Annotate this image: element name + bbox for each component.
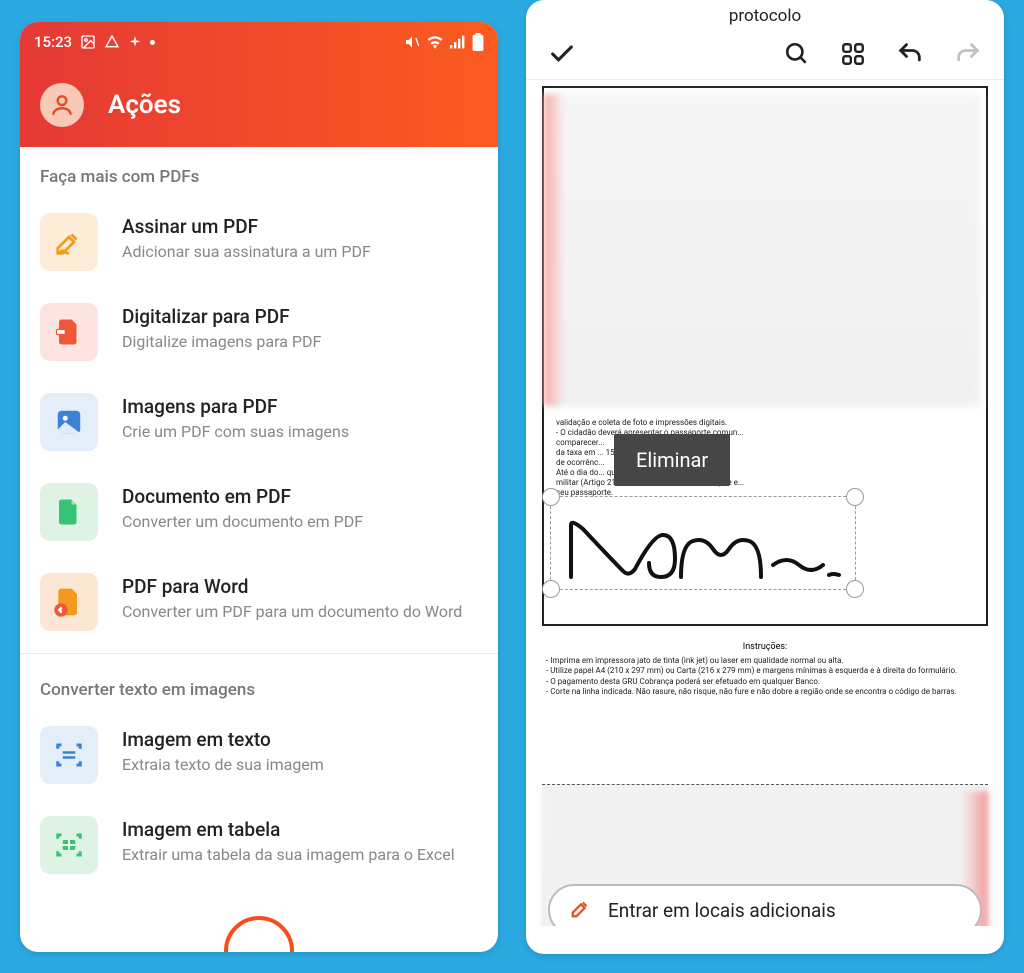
action-title: Imagem em texto (122, 728, 478, 751)
phone-right: protocolo validação e coleta de foto e i… (526, 0, 1004, 954)
confirm-icon[interactable] (548, 40, 576, 68)
page-title: Ações (108, 90, 181, 120)
signal-icon (450, 35, 466, 49)
document-canvas[interactable]: validação e coleta de foto e impressões … (526, 80, 1004, 926)
editor-toolbar (526, 28, 1004, 80)
action-sub: Extraia texto de sua imagem (122, 755, 478, 776)
resize-handle[interactable] (846, 488, 864, 506)
search-icon[interactable] (784, 41, 810, 67)
action-sub: Adicionar sua assinatura a um PDF (122, 242, 478, 263)
instructions-title: Instruções: (542, 642, 988, 652)
undo-icon[interactable] (896, 40, 924, 68)
action-sub: Converter um PDF para um documento do Wo… (122, 602, 478, 623)
resize-handle[interactable] (542, 488, 560, 506)
fab-button[interactable] (224, 916, 294, 952)
action-image-text[interactable]: Imagem em texto Extraia texto de sua ima… (20, 710, 498, 800)
enter-additional-locations-button[interactable]: Entrar em locais adicionais (548, 884, 982, 926)
action-image-table[interactable]: Imagem em tabela Extrair uma tabela da s… (20, 800, 498, 890)
grid-icon[interactable] (840, 41, 866, 67)
instructions-block: Instruções: - Imprima em impressora jato… (542, 642, 988, 726)
mute-icon (404, 34, 420, 50)
phone-left: 15:23 (20, 22, 498, 952)
page-edge-highlight (544, 94, 564, 406)
image-icon (40, 393, 98, 451)
divider (20, 653, 498, 654)
signature-stroke (563, 515, 843, 585)
action-title: Imagem em tabela (122, 818, 478, 841)
redo-icon[interactable] (954, 40, 982, 68)
status-time: 15:23 (34, 33, 72, 51)
action-scan-pdf[interactable]: Digitalizar para PDF Digitalize imagens … (20, 287, 498, 377)
section-label-convert: Converter texto em imagens (20, 660, 498, 710)
app-header: Ações (20, 62, 498, 147)
blurred-content (550, 94, 980, 406)
resize-handle[interactable] (542, 580, 560, 598)
status-dot (150, 40, 155, 45)
scan-icon (40, 303, 98, 361)
action-title: Imagens para PDF (122, 395, 478, 418)
document-icon (40, 483, 98, 541)
cloud-icon (104, 34, 120, 50)
ocr-text-icon (40, 726, 98, 784)
page-1: validação e coleta de foto e impressões … (542, 86, 988, 626)
avatar[interactable] (40, 83, 84, 127)
pdf-word-icon (40, 573, 98, 631)
action-title: Digitalizar para PDF (122, 305, 478, 328)
action-pdf-word[interactable]: PDF para Word Converter um PDF para um d… (20, 557, 498, 647)
action-title: Documento em PDF (122, 485, 478, 508)
action-images-pdf[interactable]: Imagens para PDF Crie um PDF com suas im… (20, 377, 498, 467)
weather-icon (128, 35, 142, 49)
sign-icon (40, 213, 98, 271)
delete-tooltip[interactable]: Eliminar (614, 434, 730, 486)
status-bar: 15:23 (20, 22, 498, 62)
signature-selection[interactable] (550, 496, 856, 590)
actions-list: Faça mais com PDFs Assinar um PDF Adicio… (20, 147, 498, 890)
action-title: Assinar um PDF (122, 215, 478, 238)
pen-icon (570, 897, 592, 923)
wifi-icon (426, 35, 444, 49)
ocr-table-icon (40, 816, 98, 874)
picture-icon (80, 34, 96, 50)
section-label-pdfs: Faça mais com PDFs (20, 147, 498, 197)
button-label: Entrar em locais adicionais (608, 899, 836, 922)
action-sub: Converter um documento em PDF (122, 512, 478, 533)
action-sub: Extrair uma tabela da sua imagem para o … (122, 845, 478, 866)
action-title: PDF para Word (122, 575, 478, 598)
battery-icon (472, 33, 484, 51)
action-sign-pdf[interactable]: Assinar um PDF Adicionar sua assinatura … (20, 197, 498, 287)
action-doc-pdf[interactable]: Documento em PDF Converter um documento … (20, 467, 498, 557)
action-sub: Crie um PDF com suas imagens (122, 422, 478, 443)
instructions-text: - Imprima em impressora jato de tinta (i… (542, 656, 988, 698)
document-title: protocolo (526, 0, 1004, 28)
resize-handle[interactable] (846, 580, 864, 598)
action-sub: Digitalize imagens para PDF (122, 332, 478, 353)
